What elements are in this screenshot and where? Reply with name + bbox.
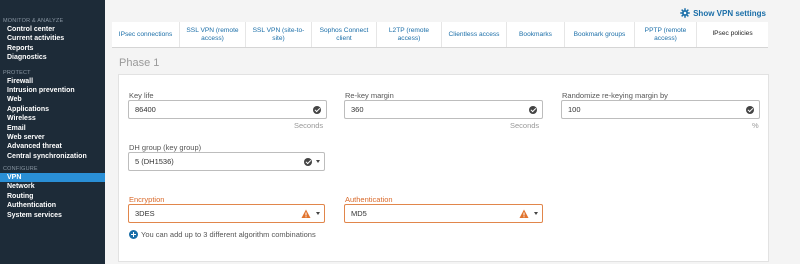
add-combination-text: You can add up to 3 different algorithm … — [141, 230, 316, 239]
tab-l2tp-remote-access[interactable]: L2TP (remote access) — [377, 22, 442, 47]
sidebar-item-intrusion-prevention[interactable]: Intrusion prevention — [0, 86, 105, 95]
sidebar-item-vpn[interactable]: VPN — [0, 173, 105, 183]
encryption-label: Encryption — [129, 195, 165, 204]
randomize-input[interactable]: 100 — [561, 100, 760, 119]
check-icon — [304, 158, 312, 166]
gear-icon — [680, 8, 690, 18]
encryption-value: 3DES — [135, 209, 155, 218]
tab-bookmark-groups[interactable]: Bookmark groups — [565, 22, 635, 47]
sidebar-item-routing[interactable]: Routing — [0, 192, 105, 201]
warning-icon — [519, 209, 529, 218]
show-vpn-settings-link[interactable]: Show VPN settings — [680, 8, 766, 18]
key-life-input[interactable]: 86400 — [128, 100, 327, 119]
tab-bar: IPsec connections SSL VPN (remote access… — [112, 22, 768, 48]
rekey-margin-label: Re-key margin — [345, 91, 394, 100]
sidebar-item-diagnostics[interactable]: Diagnostics — [0, 53, 105, 62]
chevron-down-icon — [316, 212, 320, 215]
dh-group-label: DH group (key group) — [129, 143, 202, 152]
chevron-down-icon — [534, 212, 538, 215]
encryption-select[interactable]: 3DES — [128, 204, 325, 223]
sidebar-item-wireless[interactable]: Wireless — [0, 114, 105, 123]
tab-ssl-vpn-site-to-site[interactable]: SSL VPN (site-to-site) — [246, 22, 312, 47]
sidebar-item-web[interactable]: Web — [0, 95, 105, 104]
warning-icon — [301, 209, 311, 218]
sidebar-item-network[interactable]: Network — [0, 182, 105, 191]
sidebar-item-current-activities[interactable]: Current activities — [0, 34, 105, 43]
key-life-value: 86400 — [135, 105, 156, 114]
authentication-select[interactable]: MD5 — [344, 204, 543, 223]
dh-group-value: 5 (DH1536) — [135, 157, 174, 166]
randomize-value: 100 — [568, 105, 581, 114]
sidebar: MONITOR & ANALYZE Control center Current… — [0, 0, 105, 264]
tab-bookmarks[interactable]: Bookmarks — [507, 22, 565, 47]
tab-pptp-remote-access[interactable]: PPTP (remote access) — [635, 22, 697, 47]
sidebar-item-reports[interactable]: Reports — [0, 44, 105, 53]
randomize-label: Randomize re-keying margin by — [562, 91, 668, 100]
key-life-unit: Seconds — [294, 121, 324, 130]
authentication-value: MD5 — [351, 209, 367, 218]
sidebar-item-central-synchronization[interactable]: Central synchronization — [0, 152, 105, 161]
key-life-label: Key life — [129, 91, 154, 100]
rekey-margin-unit: Seconds — [510, 121, 540, 130]
tab-ipsec-policies[interactable]: IPsec policies — [697, 22, 768, 47]
show-vpn-settings-label: Show VPN settings — [693, 8, 766, 18]
sidebar-item-email[interactable]: Email — [0, 124, 105, 133]
add-combination-note: You can add up to 3 different algorithm … — [129, 230, 316, 239]
dh-group-select[interactable]: 5 (DH1536) — [128, 152, 325, 171]
tab-ipsec-connections[interactable]: IPsec connections — [112, 22, 180, 47]
sidebar-item-applications[interactable]: Applications — [0, 105, 105, 114]
authentication-label: Authentication — [345, 195, 393, 204]
check-icon — [746, 106, 754, 114]
tab-ssl-vpn-remote-access[interactable]: SSL VPN (remote access) — [180, 22, 246, 47]
tab-sophos-connect-client[interactable]: Sophos Connect client — [312, 22, 377, 47]
sidebar-item-firewall[interactable]: Firewall — [0, 77, 105, 86]
section-protect: PROTECT — [3, 69, 31, 76]
sidebar-item-authentication[interactable]: Authentication — [0, 201, 105, 210]
section-configure: CONFIGURE — [3, 166, 38, 173]
rekey-margin-value: 360 — [351, 105, 364, 114]
check-icon — [529, 106, 537, 114]
sidebar-item-advanced-threat[interactable]: Advanced threat — [0, 142, 105, 151]
randomize-unit: % — [752, 121, 759, 130]
rekey-margin-input[interactable]: 360 — [344, 100, 543, 119]
sidebar-item-web-server[interactable]: Web server — [0, 133, 105, 142]
add-circle-icon[interactable] — [129, 230, 138, 239]
check-icon — [313, 106, 321, 114]
phase-title: Phase 1 — [119, 57, 160, 69]
sidebar-item-control-center[interactable]: Control center — [0, 25, 105, 34]
tab-clientless-access[interactable]: Clientless access — [442, 22, 507, 47]
section-monitor-analyze: MONITOR & ANALYZE — [3, 18, 64, 24]
chevron-down-icon — [316, 160, 320, 163]
sidebar-item-system-services[interactable]: System services — [0, 211, 105, 220]
